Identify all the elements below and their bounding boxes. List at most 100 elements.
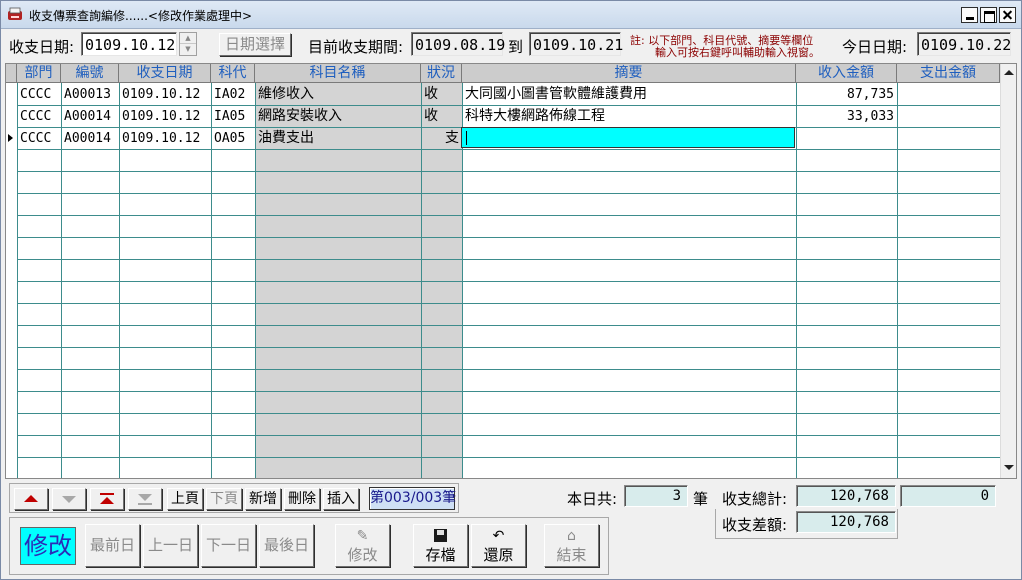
grid-row-line <box>17 149 1000 150</box>
row1-expense[interactable] <box>897 84 1000 105</box>
period-start-field: 0109.08.19 <box>411 32 505 56</box>
scroll-down-icon[interactable] <box>1004 465 1014 470</box>
current-row-pointer-icon <box>8 134 13 142</box>
next-page-button[interactable]: 下頁 <box>206 488 242 510</box>
row2-dept[interactable]: CCCC <box>17 106 61 127</box>
exit-button[interactable]: ⌂ 結束 <box>544 524 599 567</box>
first-day-button[interactable]: 最前日 <box>85 524 140 567</box>
delete-button[interactable]: 刪除 <box>284 488 320 510</box>
grid-row-line <box>17 303 1000 304</box>
prev-day-button[interactable]: 上一日 <box>143 524 198 567</box>
col-header-code[interactable]: 科代 <box>211 64 255 83</box>
voucher-grid[interactable]: 部門 編號 收支日期 科代 科目名稱 狀況 摘要 收入金額 支出金額 CCCC … <box>5 63 1017 479</box>
arrow-down-icon <box>62 496 76 503</box>
expense-total-field: 0 <box>900 485 996 507</box>
last-day-label: 最後日 <box>263 536 309 554</box>
text-caret <box>466 131 467 145</box>
date-input[interactable]: 0109.10.12 <box>81 32 177 56</box>
row3-code[interactable]: OA05 <box>211 128 255 149</box>
note-line-2: 輸入可按右鍵呼叫輔助輸入視窗。 <box>655 46 820 59</box>
last-record-button[interactable] <box>128 488 162 510</box>
row1-number[interactable]: A00013 <box>61 84 119 105</box>
prev-page-button[interactable]: 上頁 <box>167 488 203 510</box>
maximize-button[interactable] <box>980 7 997 23</box>
diff-label: 收支差額: <box>722 516 788 534</box>
move-up-button[interactable] <box>14 488 48 510</box>
grid-vertical-scrollbar[interactable] <box>1000 64 1016 478</box>
scroll-up-icon[interactable] <box>1004 70 1014 75</box>
active-memo-cell[interactable] <box>461 127 795 148</box>
insert-button[interactable]: 插入 <box>323 488 359 510</box>
row3-income[interactable] <box>796 128 897 149</box>
next-day-button[interactable]: 下一日 <box>201 524 256 567</box>
row3-expense[interactable] <box>897 128 1000 149</box>
exit-label: 結束 <box>556 546 587 564</box>
col-header-date[interactable]: 收支日期 <box>119 64 211 83</box>
today-count-field: 3 <box>624 485 688 507</box>
action-bar: 修改 最前日 上一日 下一日 最後日 ✎ 修改 存檔 ↶ 還原 ⌂ 結束 <box>9 517 609 575</box>
row2-account-name: 網路安裝收入 <box>258 108 342 124</box>
grid-row-line <box>17 171 1000 172</box>
edit-label: 修改 <box>347 546 378 564</box>
row3-dept[interactable]: CCCC <box>17 128 61 149</box>
add-button[interactable]: 新增 <box>245 488 281 510</box>
record-counter: 第003/003筆 <box>369 487 456 510</box>
next-day-label: 下一日 <box>205 536 251 554</box>
grid-row-line <box>17 193 1000 194</box>
grid-row-line <box>17 215 1000 216</box>
row2-date[interactable]: 0109.10.12 <box>119 106 211 127</box>
col-header-dept[interactable]: 部門 <box>17 64 61 83</box>
date-select-button[interactable]: 日期選擇 <box>219 33 291 56</box>
row1-status: 收 <box>424 86 438 102</box>
edit-pencil-icon: ✎ <box>356 528 369 544</box>
row1-date[interactable]: 0109.10.12 <box>119 84 211 105</box>
edit-button[interactable]: ✎ 修改 <box>335 524 390 567</box>
restore-label: 還原 <box>483 546 514 564</box>
count-unit-label: 筆 <box>693 490 709 508</box>
row3-number[interactable]: A00014 <box>61 128 119 149</box>
row2-income[interactable]: 33,033 <box>796 106 897 127</box>
grid-row-line <box>17 457 1000 458</box>
row2-code[interactable]: IA05 <box>211 106 255 127</box>
right-click-note: 註: 以下部門、科目代號、摘要等欄位 輸入可按右鍵呼叫輔助輸入視窗。 <box>630 35 820 59</box>
move-down-button[interactable] <box>52 488 86 510</box>
row2-memo[interactable]: 科特大樓網路佈線工程 <box>462 106 796 127</box>
row1-income[interactable]: 87,735 <box>796 84 897 105</box>
col-header-expense[interactable]: 支出金額 <box>897 64 1000 83</box>
grid-row-line <box>17 347 1000 348</box>
save-label: 存檔 <box>425 546 456 564</box>
col-header-status[interactable]: 狀況 <box>421 64 462 83</box>
record-navigation-bar: 上頁 下頁 新增 刪除 插入 第003/003筆 <box>9 483 459 513</box>
row1-memo[interactable]: 大同國小圖書管軟體維護費用 <box>462 84 796 105</box>
col-header-account-name[interactable]: 科目名稱 <box>255 64 421 83</box>
row2-number[interactable]: A00014 <box>61 106 119 127</box>
spin-up-icon[interactable]: ▲ <box>180 33 196 44</box>
restore-button[interactable]: ↶ 還原 <box>471 524 526 567</box>
income-total-field: 120,768 <box>796 485 896 507</box>
row3-date[interactable]: 0109.10.12 <box>119 128 211 149</box>
col-header-memo[interactable]: 摘要 <box>462 64 796 83</box>
date-spinner[interactable]: ▲ ▼ <box>179 32 197 56</box>
save-button[interactable]: 存檔 <box>413 524 468 567</box>
close-button[interactable] <box>999 7 1016 23</box>
diff-field: 120,768 <box>796 511 896 533</box>
grid-row-line <box>17 281 1000 282</box>
col-header-number[interactable]: 編號 <box>61 64 119 83</box>
grid-row-line <box>17 369 1000 370</box>
spin-down-icon[interactable]: ▼ <box>180 44 196 55</box>
exit-door-icon: ⌂ <box>567 528 576 544</box>
first-record-button[interactable] <box>90 488 124 510</box>
today-date-field: 0109.10.22 <box>917 32 1011 56</box>
row1-dept[interactable]: CCCC <box>17 84 61 105</box>
grid-row-line <box>17 391 1000 392</box>
total-label: 收支總計: <box>722 490 788 508</box>
col-header-income[interactable]: 收入金額 <box>796 64 897 83</box>
first-day-label: 最前日 <box>89 536 135 554</box>
last-day-button[interactable]: 最後日 <box>259 524 314 567</box>
grid-row-line <box>17 413 1000 414</box>
row1-code[interactable]: IA02 <box>211 84 255 105</box>
undo-arrow-icon: ↶ <box>492 528 505 544</box>
row2-expense[interactable] <box>897 106 1000 127</box>
minimize-button[interactable] <box>961 7 978 23</box>
period-to-label: 到 <box>508 38 524 56</box>
